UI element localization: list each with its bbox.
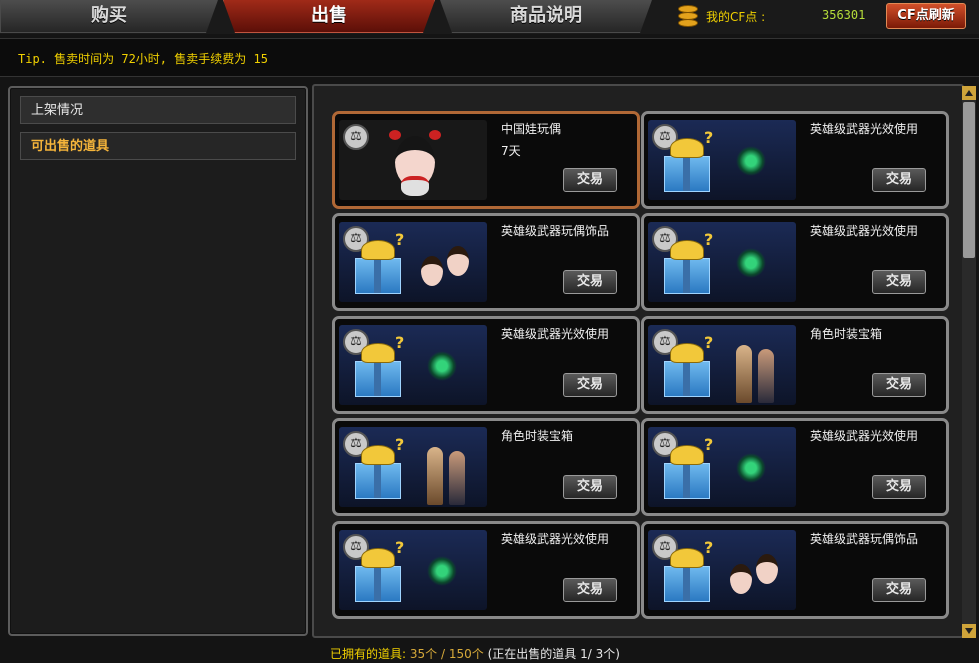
item-image: ⚖? — [339, 222, 487, 302]
trade-button[interactable]: 交易 — [563, 373, 617, 397]
question-mark-icon: ? — [704, 333, 714, 352]
tab-sell[interactable]: 出售 — [223, 0, 435, 33]
sidebar: 上架情况 可出售的道具 — [8, 86, 308, 636]
sidebar-item-sellable-items[interactable]: 可出售的道具 — [20, 132, 296, 160]
trade-button[interactable]: 交易 — [563, 270, 617, 294]
trade-button[interactable]: 交易 — [872, 373, 926, 397]
tab-item-description[interactable]: 商品说明 — [440, 0, 652, 33]
item-card[interactable]: ⚖? 英雄级武器光效使用交易 — [641, 111, 949, 209]
trade-button[interactable]: 交易 — [872, 168, 926, 192]
trade-button[interactable]: 交易 — [563, 168, 617, 192]
owned-label: 已拥有的道具: — [330, 647, 407, 661]
scroll-down-arrow-icon[interactable] — [962, 624, 976, 638]
item-name: 英雄级武器光效使用 — [501, 532, 610, 546]
weapon-glow-effect-icon — [736, 248, 766, 278]
item-card[interactable]: ⚖? 英雄级武器光效使用交易 — [641, 418, 949, 516]
question-mark-icon: ? — [395, 435, 405, 454]
question-mark-icon: ? — [704, 538, 714, 557]
item-name: 英雄级武器玩偶饰品 — [810, 532, 919, 546]
points-value: 356301 — [822, 8, 866, 22]
china-doll-icon — [387, 130, 443, 196]
trade-button[interactable]: 交易 — [872, 578, 926, 602]
top-bar: 购买 出售 商品说明 我的CF点 : 356301 CF点刷新 — [0, 0, 979, 34]
item-image: ⚖ — [339, 120, 487, 200]
item-card[interactable]: ⚖? 角色时装宝箱交易 — [641, 316, 949, 414]
item-name: 角色时装宝箱 — [810, 327, 883, 341]
item-card[interactable]: ⚖? 英雄级武器光效使用交易 — [332, 521, 640, 619]
item-card[interactable]: ⚖? 英雄级武器玩偶饰品交易 — [332, 213, 640, 311]
tradeable-scale-icon: ⚖ — [343, 124, 369, 150]
question-mark-icon: ? — [704, 230, 714, 249]
tab-buy[interactable]: 购买 — [0, 0, 218, 33]
item-image: ⚖? — [648, 530, 796, 610]
item-name: 英雄级武器光效使用 — [810, 429, 919, 443]
owned-value: 35个 / 150个 — [409, 647, 484, 661]
item-name: 英雄级武器光效使用 — [501, 327, 610, 341]
refresh-points-button[interactable]: CF点刷新 — [886, 3, 966, 29]
question-mark-icon: ? — [395, 538, 405, 557]
weapon-doll-charm-icon — [726, 552, 792, 598]
item-card[interactable]: ⚖ 中国娃玩偶 7天交易 — [332, 111, 640, 209]
character-outfit-icon — [728, 339, 788, 403]
tip-text: Tip. 售卖时间为 72小时, 售卖手续费为 15 — [18, 52, 268, 66]
scrollbar[interactable] — [962, 86, 976, 638]
character-outfit-icon — [419, 441, 479, 505]
item-image: ⚖? — [339, 427, 487, 507]
coin-stack-icon — [678, 5, 698, 27]
trade-button[interactable]: 交易 — [563, 578, 617, 602]
item-image: ⚖? — [648, 427, 796, 507]
weapon-glow-effect-icon — [427, 556, 457, 586]
question-mark-icon: ? — [395, 333, 405, 352]
item-image: ⚖? — [339, 530, 487, 610]
footer-status: 已拥有的道具: 35个 / 150个 (正在出售的道具 1/ 3个) — [330, 645, 620, 662]
trade-button[interactable]: 交易 — [872, 270, 926, 294]
weapon-glow-effect-icon — [427, 351, 457, 381]
item-image: ⚖? — [648, 325, 796, 405]
selling-value: 1/ 3个) — [580, 647, 620, 661]
item-card[interactable]: ⚖? 英雄级武器玩偶饰品交易 — [641, 521, 949, 619]
question-mark-icon: ? — [704, 128, 714, 147]
item-card[interactable]: ⚖? 英雄级武器光效使用交易 — [641, 213, 949, 311]
sidebar-item-listing-status[interactable]: 上架情况 — [20, 96, 296, 124]
item-image: ⚖? — [648, 120, 796, 200]
item-name: 英雄级武器玩偶饰品 — [501, 224, 610, 238]
item-image: ⚖? — [648, 222, 796, 302]
question-mark-icon: ? — [395, 230, 405, 249]
scroll-up-arrow-icon[interactable] — [962, 86, 976, 100]
weapon-glow-effect-icon — [736, 453, 766, 483]
tip-bar: Tip. 售卖时间为 72小时, 售卖手续费为 15 — [0, 38, 979, 77]
weapon-doll-charm-icon — [417, 244, 483, 290]
scroll-thumb[interactable] — [963, 102, 975, 258]
points-label: 我的CF点 : — [706, 10, 766, 24]
item-image: ⚖? — [339, 325, 487, 405]
item-duration: 7天 — [501, 144, 521, 158]
item-name: 英雄级武器光效使用 — [810, 224, 919, 238]
item-name: 英雄级武器光效使用 — [810, 122, 919, 136]
trade-button[interactable]: 交易 — [872, 475, 926, 499]
selling-label: (正在出售的道具 — [487, 647, 577, 661]
cf-points-display: 我的CF点 : 356301 — [672, 2, 882, 30]
question-mark-icon: ? — [704, 435, 714, 454]
item-name: 中国娃玩偶 — [501, 122, 562, 136]
trade-button[interactable]: 交易 — [563, 475, 617, 499]
item-name: 角色时装宝箱 — [501, 429, 574, 443]
item-card[interactable]: ⚖? 英雄级武器光效使用交易 — [332, 316, 640, 414]
item-card[interactable]: ⚖? 角色时装宝箱交易 — [332, 418, 640, 516]
weapon-glow-effect-icon — [736, 146, 766, 176]
